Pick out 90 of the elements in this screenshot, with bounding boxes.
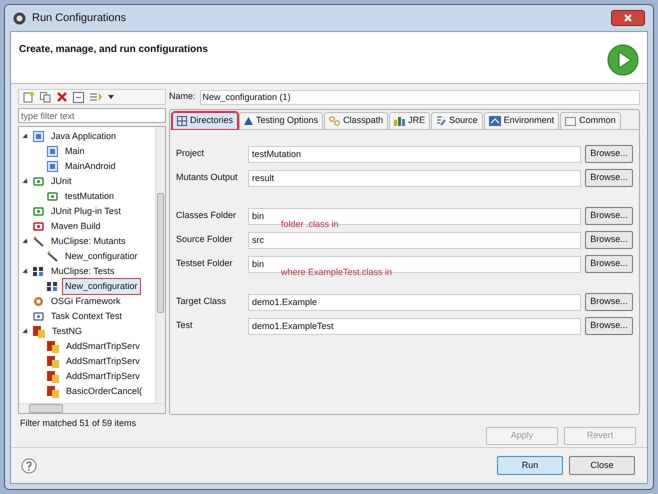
text-field[interactable]: testMutation bbox=[248, 146, 581, 162]
source-icon bbox=[436, 116, 446, 126]
field-label: Target Class bbox=[176, 295, 228, 308]
tree-item[interactable]: New_configuratior bbox=[62, 278, 141, 295]
tab[interactable]: JRE bbox=[389, 112, 430, 129]
tree-item[interactable]: Java Application bbox=[48, 128, 120, 145]
browse-button[interactable]: Browse... bbox=[585, 145, 633, 163]
badge-icon bbox=[47, 191, 58, 202]
close-button[interactable] bbox=[611, 10, 645, 26]
browse-button[interactable]: Browse... bbox=[585, 317, 633, 335]
delete-icon[interactable] bbox=[57, 92, 67, 102]
pen-icon bbox=[33, 236, 44, 247]
help-icon[interactable] bbox=[21, 458, 37, 474]
field-label: Test bbox=[176, 319, 194, 332]
badge-icon bbox=[33, 176, 44, 187]
dialog-button[interactable]: Run bbox=[497, 456, 563, 475]
field-label: Testset Folder bbox=[176, 257, 234, 270]
tree-item[interactable]: TestNG bbox=[49, 323, 86, 340]
dropdown-icon[interactable] bbox=[108, 95, 114, 99]
text-field[interactable]: src bbox=[248, 232, 581, 248]
scrollbar[interactable] bbox=[19, 403, 165, 413]
tree-item[interactable]: AddSmartTripServ bbox=[63, 368, 143, 385]
chain-icon bbox=[329, 116, 340, 126]
dialog-button[interactable]: Close bbox=[569, 456, 635, 475]
tree-item[interactable]: MuClipse: Tests bbox=[48, 263, 118, 280]
browse-button[interactable]: Browse... bbox=[585, 169, 633, 187]
pen-icon bbox=[47, 251, 58, 262]
tab[interactable]: Source bbox=[431, 112, 483, 129]
scrollbar[interactable] bbox=[155, 127, 165, 403]
tab[interactable]: Classpath bbox=[324, 112, 388, 129]
text-field[interactable]: result bbox=[248, 170, 581, 186]
file-icon bbox=[33, 131, 44, 142]
text-field[interactable]: demo1.ExampleTest bbox=[248, 318, 581, 334]
tab[interactable]: Environment bbox=[484, 112, 560, 129]
tree-item[interactable]: BasicOrderCancel( bbox=[63, 383, 146, 400]
name-label: Name: bbox=[169, 90, 196, 104]
cube-icon bbox=[47, 356, 59, 368]
collapse-icon[interactable] bbox=[73, 92, 84, 102]
grid-icon bbox=[177, 116, 187, 126]
browse-button[interactable]: Browse... bbox=[585, 231, 633, 249]
tab[interactable]: Common bbox=[560, 112, 621, 129]
run-icon bbox=[607, 44, 639, 76]
browse-button[interactable]: Browse... bbox=[585, 207, 633, 225]
browse-button[interactable]: Browse... bbox=[585, 293, 633, 311]
tree-item[interactable]: MainAndroid bbox=[62, 158, 119, 175]
cube-icon bbox=[33, 326, 45, 338]
tree-item[interactable]: Task Context Test bbox=[48, 308, 125, 325]
tab[interactable]: Testing Options bbox=[239, 112, 324, 129]
browse-button[interactable]: Browse... bbox=[585, 255, 633, 273]
field-label: Classes Folder bbox=[176, 209, 238, 222]
cube-icon bbox=[47, 370, 59, 382]
tree-item[interactable]: OSGi Framework bbox=[48, 293, 124, 310]
filter-field[interactable]: type filter text bbox=[18, 108, 166, 123]
tree-item[interactable]: Main bbox=[62, 143, 88, 160]
cube-icon bbox=[47, 386, 59, 398]
tree-item[interactable]: New_configuratior bbox=[62, 248, 141, 265]
monitor-icon bbox=[488, 116, 501, 126]
tree-item[interactable]: JUnit bbox=[48, 173, 75, 190]
tab[interactable]: Directories bbox=[172, 112, 238, 129]
window-icon bbox=[565, 116, 576, 126]
header-title: Create, manage, and run configurations bbox=[19, 43, 208, 57]
dots-icon bbox=[33, 266, 44, 277]
tree-item[interactable]: Maven Build bbox=[48, 218, 104, 235]
filter-icon[interactable] bbox=[90, 92, 102, 102]
badge-icon bbox=[33, 311, 44, 322]
copy-icon[interactable] bbox=[40, 92, 51, 102]
expanded-arrow-icon[interactable] bbox=[22, 238, 30, 246]
window-title: Run Configurations bbox=[32, 10, 128, 26]
tree-item[interactable]: testMutation bbox=[62, 188, 118, 205]
file-icon bbox=[47, 161, 58, 172]
new-file-icon[interactable] bbox=[23, 92, 34, 102]
close-icon bbox=[624, 14, 632, 22]
filter-status: Filter matched 51 of 59 items bbox=[19, 417, 138, 430]
dots-icon bbox=[47, 281, 58, 292]
field-label: Source Folder bbox=[176, 233, 234, 246]
tree-item[interactable]: AddSmartTripServ bbox=[63, 338, 143, 355]
tree-item[interactable]: MuClipse: Mutants bbox=[48, 233, 129, 250]
field-label: Mutants Output bbox=[176, 171, 239, 184]
field-label: Project bbox=[176, 147, 206, 160]
text-field[interactable]: demo1.Example bbox=[248, 294, 581, 310]
badge-icon bbox=[33, 221, 44, 232]
expanded-arrow-icon[interactable] bbox=[22, 178, 30, 186]
name-field[interactable]: New_configuration (1) bbox=[200, 90, 640, 104]
cube-icon bbox=[47, 340, 59, 352]
books-icon bbox=[394, 116, 406, 126]
badge-icon bbox=[33, 206, 44, 217]
triangle-icon bbox=[244, 117, 254, 125]
tree-item[interactable]: AddSmartTripServ bbox=[63, 353, 143, 370]
file-icon bbox=[47, 146, 58, 157]
tree-item[interactable]: JUnit Plug-in Test bbox=[48, 203, 124, 220]
